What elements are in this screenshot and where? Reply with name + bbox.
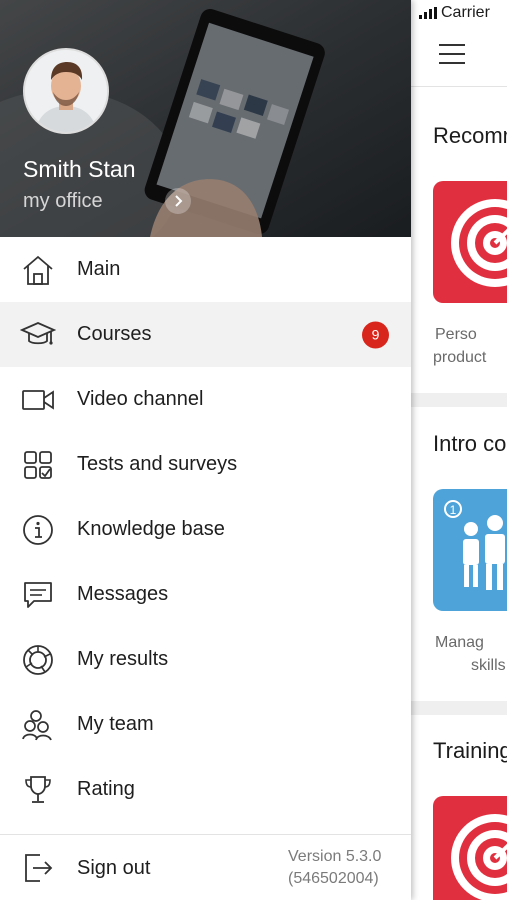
- menu-item-rating[interactable]: Rating: [0, 757, 411, 822]
- navigation-drawer: Smith Stan my office Main Courses 9 Vide…: [0, 0, 411, 900]
- user-photo: [25, 50, 107, 132]
- chevron-right-icon[interactable]: [165, 188, 191, 214]
- target-icon: [451, 814, 507, 900]
- target-icon: [451, 199, 507, 287]
- menu-item-label: Messages: [77, 583, 169, 605]
- signal-icon: [419, 7, 437, 19]
- card-caption: Perso: [435, 326, 477, 343]
- avatar[interactable]: [23, 48, 109, 134]
- intro-section: Intro co 1 Manag skills: [411, 407, 507, 701]
- user-name: Smith Stan: [23, 156, 136, 182]
- build-number: (546502004): [288, 870, 379, 887]
- team-icon: [20, 707, 56, 743]
- version-info: Version 5.3.0 (546502004): [288, 846, 381, 890]
- hamburger-menu-icon[interactable]: [439, 44, 465, 64]
- tests-grid-icon: [20, 447, 56, 483]
- menu-item-label: My results: [77, 648, 169, 670]
- recommended-section: Recomm Perso product: [411, 87, 507, 393]
- home-icon: [20, 252, 56, 288]
- results-icon: [20, 642, 56, 678]
- menu-item-my-team[interactable]: My team: [0, 692, 411, 757]
- menu-item-label: Rating: [77, 778, 135, 800]
- card-caption: skills: [471, 657, 506, 674]
- main-content-panel: Carrier Recomm Perso product Intro co: [411, 0, 507, 900]
- sign-out-label: Sign out: [77, 857, 151, 879]
- video-camera-icon: [20, 382, 56, 418]
- menu-item-label: Courses: [77, 323, 152, 345]
- section-gap: [411, 393, 507, 407]
- menu-item-label: Main: [77, 258, 121, 280]
- menu-item-label: Knowledge base: [77, 518, 225, 540]
- menu-item-tests-and-surveys[interactable]: Tests and surveys: [0, 432, 411, 497]
- menu-item-knowledge-base[interactable]: Knowledge base: [0, 497, 411, 562]
- training-section: Training: [411, 715, 507, 900]
- user-subtitle: my office: [23, 190, 103, 212]
- target-card-image[interactable]: [433, 181, 507, 303]
- menu-item-label: My team: [77, 713, 154, 735]
- navigation-menu: Main Courses 9 Video channel Tests and s…: [0, 237, 411, 822]
- carrier-label: Carrier: [441, 4, 490, 21]
- sign-out-button[interactable]: Sign out: [0, 836, 240, 900]
- section-title: Recomm: [433, 123, 507, 148]
- card-caption: product: [433, 349, 487, 366]
- menu-item-messages[interactable]: Messages: [0, 562, 411, 627]
- target-card-image[interactable]: [433, 796, 507, 900]
- menu-item-video-channel[interactable]: Video channel: [0, 367, 411, 432]
- menu-item-label: Video channel: [77, 388, 204, 410]
- card-caption: Manag: [435, 634, 484, 651]
- trophy-icon: [20, 772, 56, 808]
- people-icon: 1: [444, 500, 505, 590]
- sign-out-icon: [20, 850, 56, 886]
- section-title: Training: [433, 738, 507, 763]
- version-label: Version 5.3.0: [288, 848, 382, 865]
- menu-item-my-results[interactable]: My results: [0, 627, 411, 692]
- menu-item-courses[interactable]: Courses 9: [0, 302, 411, 367]
- message-icon: [20, 577, 56, 613]
- info-icon: [20, 512, 56, 548]
- profile-header[interactable]: Smith Stan my office: [0, 0, 411, 237]
- status-bar: Carrier: [419, 4, 490, 22]
- menu-item-main[interactable]: Main: [0, 237, 411, 302]
- section-title: Intro co: [433, 431, 507, 456]
- notification-badge: 9: [362, 321, 389, 348]
- people-card-image[interactable]: 1: [433, 489, 507, 611]
- graduation-cap-icon: [20, 317, 56, 353]
- footer-divider: [0, 834, 411, 835]
- menu-item-label: Tests and surveys: [77, 453, 238, 475]
- card-badge-number: 1: [450, 503, 457, 517]
- section-gap: [411, 701, 507, 715]
